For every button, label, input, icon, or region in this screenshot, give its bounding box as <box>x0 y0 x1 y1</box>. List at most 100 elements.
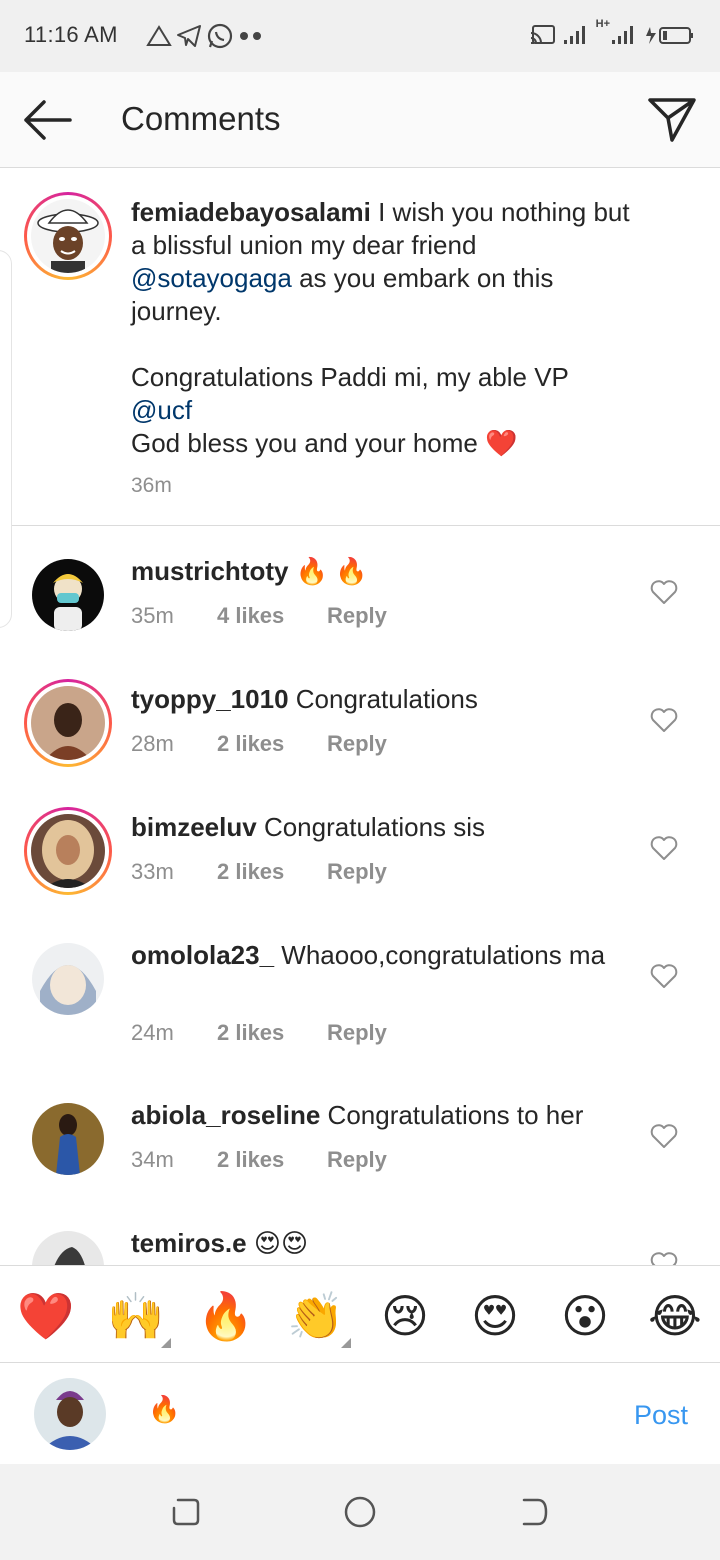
comment-username[interactable]: mustrichtoty <box>131 556 288 586</box>
comment-body: 🔥 🔥 <box>288 556 368 586</box>
heart-outline-icon[interactable] <box>650 1251 678 1265</box>
comment-username[interactable]: tyoppy_1010 <box>131 684 289 714</box>
home-icon[interactable] <box>340 1492 380 1532</box>
comment-username[interactable]: bimzeeluv <box>131 812 257 842</box>
avatar-image <box>31 199 105 273</box>
comment-meta: 24m 2 likes Reply <box>131 1020 387 1046</box>
avatar[interactable] <box>24 679 112 767</box>
signal-icon-2 <box>612 26 633 44</box>
comment-composer: 🔥 Post <box>0 1364 720 1464</box>
avatar[interactable] <box>32 1103 104 1175</box>
avatar[interactable] <box>32 559 104 631</box>
comment-item: abiola_roseline Congratulations to her 3… <box>0 1071 720 1199</box>
direct-share-icon[interactable] <box>646 94 698 146</box>
comment-text: abiola_roseline Congratulations to her <box>131 1099 631 1132</box>
avatar-image <box>31 686 105 760</box>
caption-text-part: Congratulations Paddi mi, my able VP <box>131 362 569 392</box>
post-button[interactable]: Post <box>634 1400 688 1431</box>
emoji-surprised-face[interactable]: 😮 <box>557 1288 613 1344</box>
avatar-image <box>32 943 104 1015</box>
back-arrow-icon[interactable] <box>20 96 76 144</box>
heart-outline-icon[interactable] <box>650 963 678 989</box>
emoji-heart[interactable]: ❤️ <box>17 1288 74 1344</box>
likes-count[interactable]: 2 likes <box>217 731 327 757</box>
telegram-icon <box>177 25 201 47</box>
reply-button[interactable]: Reply <box>327 1147 387 1173</box>
reply-button[interactable]: Reply <box>327 603 387 629</box>
mention-link[interactable]: @sotayogaga <box>131 263 292 293</box>
caption-text: femiadebayosalami I wish you nothing but… <box>131 196 631 460</box>
post-caption: femiadebayosalami I wish you nothing but… <box>0 168 720 628</box>
avatar-image <box>31 814 105 888</box>
likes-count[interactable]: 4 likes <box>217 603 327 629</box>
avatar[interactable] <box>32 943 104 1015</box>
comment-body: 😍😍 <box>246 1228 309 1258</box>
comment-item: bimzeeluv Congratulations sis 33m 2 like… <box>0 783 720 911</box>
avatar-image <box>32 559 104 631</box>
system-icons: H+ <box>530 18 696 52</box>
comment-text: temiros.e 😍😍 <box>131 1227 631 1260</box>
comment-meta: 34m 2 likes Reply <box>131 1147 387 1173</box>
back-nav-icon[interactable] <box>514 1492 554 1532</box>
caption-username[interactable]: femiadebayosalami <box>131 197 371 227</box>
avatar[interactable] <box>24 807 112 895</box>
notification-icons <box>146 20 264 52</box>
comment-meta: 35m 4 likes Reply <box>131 603 387 629</box>
comment-body: Congratulations to her <box>320 1100 584 1130</box>
comment-timestamp: 28m <box>131 731 174 756</box>
comment-timestamp: 24m <box>131 1020 174 1045</box>
comment-meta: 33m 2 likes Reply <box>131 859 387 885</box>
likes-count[interactable]: 2 likes <box>217 859 327 885</box>
comment-input[interactable]: 🔥 <box>148 1394 180 1425</box>
quick-reaction-bar: ❤️ 🙌 🔥 👏 😢 😍 😮 😂 <box>0 1265 720 1363</box>
more-dots-icon <box>240 32 261 40</box>
likes-count[interactable]: 2 likes <box>217 1147 327 1173</box>
heart-outline-icon[interactable] <box>650 707 678 733</box>
drive-icon <box>146 25 172 46</box>
comment-username[interactable]: temiros.e <box>131 1228 247 1258</box>
comment-item: tyoppy_1010 Congratulations 28m 2 likes … <box>0 655 720 783</box>
comment-body: Congratulations <box>288 684 478 714</box>
heart-emoji: ❤️ <box>485 428 518 458</box>
reply-button[interactable]: Reply <box>327 1020 387 1046</box>
comment-username[interactable]: abiola_roseline <box>131 1100 320 1130</box>
emoji-heart-eyes[interactable]: 😍 <box>467 1288 523 1344</box>
avatar-image <box>32 1103 104 1175</box>
comment-list[interactable]: mustrichtoty 🔥 🔥 35m 4 likes Reply tyopp… <box>0 527 720 1265</box>
skin-tone-indicator <box>341 1338 351 1348</box>
emoji-fire[interactable]: 🔥 <box>197 1288 254 1344</box>
comment-timestamp: 33m <box>131 859 174 884</box>
comment-meta: 28m 2 likes Reply <box>131 731 387 757</box>
emoji-raising-hands[interactable]: 🙌 <box>107 1288 164 1344</box>
caption-timestamp: 36m <box>131 474 172 497</box>
heart-outline-icon[interactable] <box>650 579 678 605</box>
mention-link[interactable]: @ucf <box>131 395 192 425</box>
comment-item: omolola23_ Whaooo,congratulations ma 24m… <box>0 911 720 1071</box>
whatsapp-icon <box>207 23 233 49</box>
comment-body: Congratulations sis <box>256 812 486 842</box>
current-user-avatar <box>34 1378 106 1450</box>
emoji-clapping-hands[interactable]: 👏 <box>287 1288 344 1344</box>
skin-tone-indicator <box>161 1338 171 1348</box>
comment-body: Whaooo,congratulations ma <box>274 940 606 970</box>
reply-button[interactable]: Reply <box>327 859 387 885</box>
comment-item: mustrichtoty 🔥 🔥 35m 4 likes Reply <box>0 527 720 655</box>
signal-icon <box>563 26 585 44</box>
status-bar: 11:16 AM H+ <box>0 0 720 72</box>
comment-text: bimzeeluv Congratulations sis <box>131 811 631 844</box>
emoji-tears-of-joy[interactable]: 😂 <box>647 1288 703 1344</box>
comments-header: Comments <box>0 72 720 168</box>
comment-text: tyoppy_1010 Congratulations <box>131 683 631 716</box>
status-time: 11:16 AM <box>24 22 118 47</box>
likes-count[interactable]: 2 likes <box>217 1020 327 1046</box>
heart-outline-icon[interactable] <box>650 835 678 861</box>
avatar[interactable] <box>24 192 112 280</box>
recent-apps-icon[interactable] <box>166 1492 206 1532</box>
heart-outline-icon[interactable] <box>650 1123 678 1149</box>
emoji-crying-face[interactable]: 😢 <box>377 1288 433 1344</box>
avatar[interactable] <box>32 1231 104 1265</box>
reply-button[interactable]: Reply <box>327 731 387 757</box>
cast-icon <box>530 25 555 44</box>
comment-username[interactable]: omolola23_ <box>131 940 274 970</box>
comment-timestamp: 34m <box>131 1147 174 1172</box>
